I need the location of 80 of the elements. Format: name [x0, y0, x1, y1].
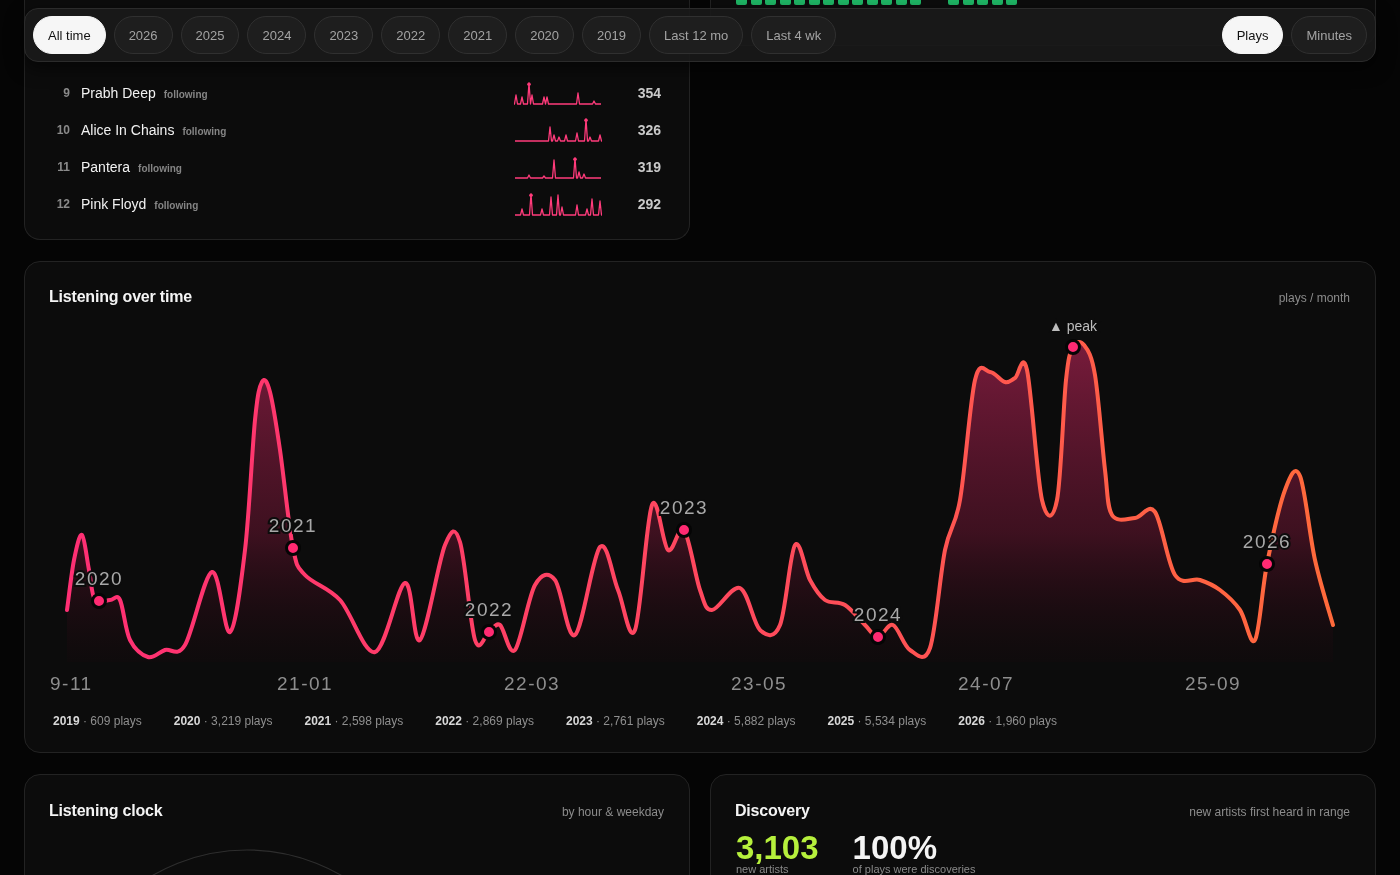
play-count: 354	[636, 84, 661, 101]
year-total: 2026 · 1,960 plays	[958, 714, 1057, 730]
heatmap-cell	[837, 0, 849, 5]
year-total: 2023 · 2,761 plays	[566, 714, 665, 730]
card-title: Listening over time	[49, 287, 192, 307]
range-tab[interactable]: 2022	[381, 16, 441, 54]
year-total: 2024 · 5,882 plays	[696, 714, 796, 730]
rank-number: 12	[55, 196, 70, 211]
heatmap-cell	[750, 0, 762, 5]
year-label: 2023	[659, 497, 709, 518]
chart-marker	[1065, 339, 1081, 355]
axis-label: 21-01	[277, 673, 334, 694]
stat-value: 3,103	[736, 834, 819, 862]
heatmap-cell	[948, 0, 959, 5]
card-title: Listening clock	[49, 801, 163, 821]
stat-value: 100%	[852, 834, 937, 862]
metric-toggle[interactable]: Minutes	[1291, 16, 1367, 54]
follow-tag: following	[182, 125, 227, 137]
heatmap-cell	[779, 0, 791, 5]
heatmap-cell	[736, 0, 747, 5]
peak-label: ▲ peak	[1048, 318, 1098, 334]
chart-marker	[91, 593, 107, 609]
heatmap-cell	[962, 0, 974, 5]
axis-label: 23-05	[731, 673, 788, 694]
card-subtitle: by hour & weekday	[561, 805, 664, 819]
year-total: 2022 · 2,869 plays	[435, 714, 534, 730]
card-subtitle: new artists first heard in range	[1189, 805, 1350, 819]
heatmap-cell	[991, 0, 1003, 5]
heatmap-cell	[794, 0, 805, 5]
year-total: 2025 · 5,534 plays	[827, 714, 927, 730]
heatmap-cell	[823, 0, 834, 5]
play-count: 319	[636, 158, 661, 175]
range-tab[interactable]: Last 12 mo	[649, 16, 744, 54]
chart-marker	[285, 540, 301, 556]
range-tab[interactable]: 2019	[582, 16, 641, 54]
year-total: 2019 · 609 plays	[53, 714, 142, 730]
heatmap-cell	[866, 0, 878, 5]
rank-number: 9	[62, 85, 70, 100]
axis-label: 25-09	[1185, 673, 1242, 694]
range-tab[interactable]: Last 4 wk	[751, 16, 837, 54]
year-total: 2021 · 2,598 plays	[304, 714, 404, 730]
axis-label: 9-11	[50, 673, 93, 694]
range-tab[interactable]: All time	[33, 16, 106, 54]
follow-tag: following	[138, 162, 182, 174]
rank-number: 11	[56, 159, 70, 174]
heatmap-cell	[1006, 0, 1017, 5]
heatmap-cell	[895, 0, 907, 5]
year-total: 2020 · 3,219 plays	[173, 714, 273, 730]
artist-name[interactable]: Alice In Chains	[81, 121, 175, 138]
range-tab[interactable]: 2021	[448, 16, 508, 54]
heatmap-cell	[881, 0, 892, 5]
artist-name[interactable]: Pantera	[81, 158, 131, 175]
axis-label: 24-07	[958, 673, 1015, 694]
heatmap-cell	[977, 0, 988, 5]
chart-unit: plays / month	[1278, 291, 1350, 305]
heatmap-cell	[765, 0, 776, 5]
metric-toggle[interactable]: Plays	[1221, 16, 1284, 54]
play-count: 326	[636, 121, 661, 138]
heatmap-cell	[910, 0, 921, 5]
artist-name[interactable]: Pink Floyd	[81, 195, 147, 212]
range-tab[interactable]: 2024	[247, 16, 307, 54]
artist-name[interactable]: Prabh Deep	[81, 84, 156, 101]
chart-marker	[1259, 556, 1275, 572]
heatmap-cell	[852, 0, 863, 5]
rank-number: 10	[55, 122, 70, 137]
axis-label: 22-03	[504, 673, 561, 694]
range-tab[interactable]: 2026	[113, 16, 173, 54]
range-tab[interactable]: 2020	[515, 16, 575, 54]
follow-tag: following	[163, 88, 208, 100]
chart-marker	[870, 629, 886, 645]
chart-marker	[481, 624, 497, 640]
chart-marker	[676, 522, 692, 538]
stat-label: new artists	[736, 863, 789, 875]
play-count: 292	[636, 195, 661, 212]
card-title: Discovery	[735, 801, 810, 821]
heatmap-cell	[808, 0, 820, 5]
range-tab[interactable]: 2023	[314, 16, 374, 54]
follow-tag: following	[154, 199, 199, 211]
stat-label: of plays were discoveries	[852, 863, 976, 875]
range-tab[interactable]: 2025	[180, 16, 240, 54]
